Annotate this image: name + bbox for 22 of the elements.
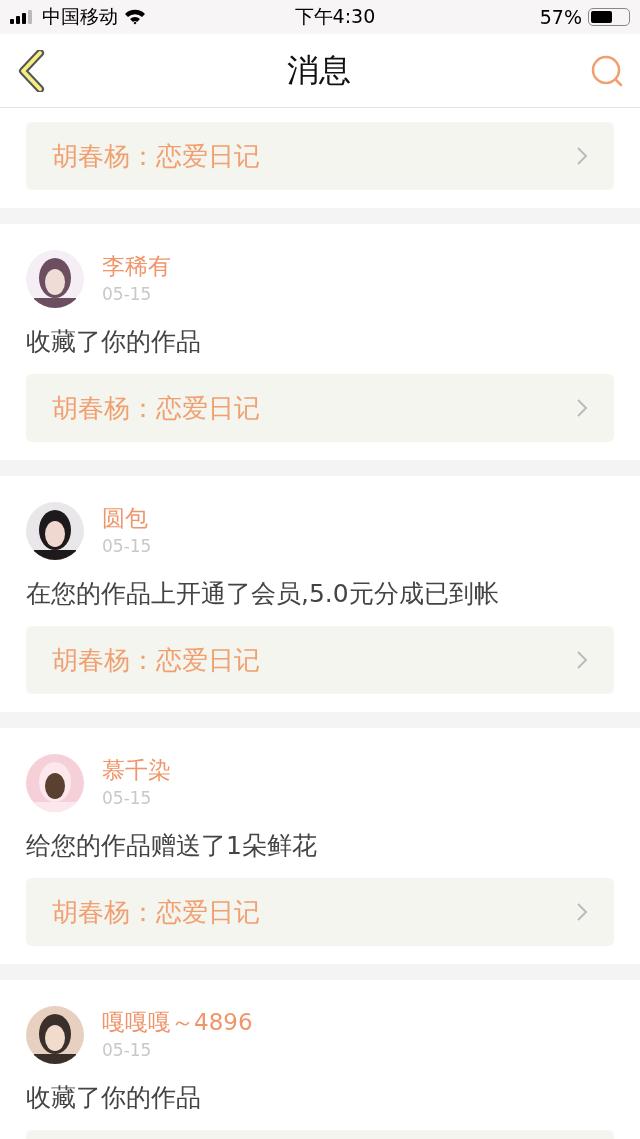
carrier-name: 中国移动	[42, 4, 118, 29]
chevron-icon	[576, 650, 588, 670]
clock-time: 下午4:30	[294, 4, 376, 29]
user-name[interactable]: 慕千染	[102, 755, 171, 785]
user-name[interactable]: 嘎嘎嘎～4896	[102, 1007, 253, 1037]
work-link[interactable]: 胡春杨：恋爱日记	[26, 374, 614, 442]
message-text: 在您的作品上开通了会员,5.0元分成已到帐	[26, 578, 500, 610]
work-link[interactable]: 胡春杨：恋爱日记	[26, 122, 614, 190]
chevron-icon	[576, 902, 588, 922]
battery-icon	[588, 8, 630, 26]
battery-percent: 57%	[539, 6, 582, 28]
message-text: 收藏了你的作品	[26, 1082, 202, 1114]
user-name[interactable]: 李稀有	[102, 251, 171, 281]
work-link[interactable]: 胡春杨：恋爱日记	[26, 626, 614, 694]
chevron-icon	[576, 146, 588, 166]
message-text: 给您的作品赠送了1朵鲜花	[26, 830, 318, 862]
wifi-icon	[124, 9, 146, 25]
chevron-icon	[576, 398, 588, 418]
work-link[interactable]: 胡春杨：恋爱日记	[26, 878, 614, 946]
user-name[interactable]: 圆包	[102, 503, 152, 533]
message-text: 收藏了你的作品	[26, 326, 202, 358]
page-title: 消息	[287, 49, 351, 91]
